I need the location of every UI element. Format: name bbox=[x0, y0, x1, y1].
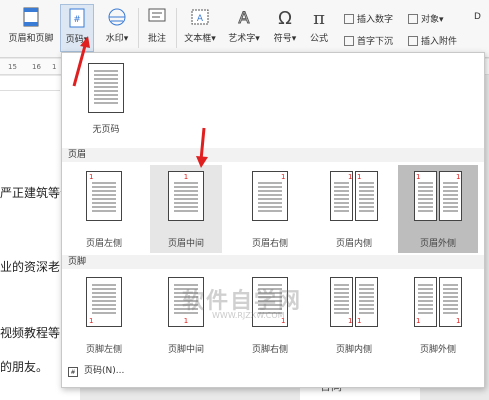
svg-text:1: 1 bbox=[357, 173, 361, 181]
svg-text:π: π bbox=[313, 8, 325, 28]
object-button[interactable]: 对象▾ bbox=[408, 12, 444, 25]
page-thumbnail-icon bbox=[88, 63, 124, 113]
footer-outside-option[interactable]: 1 1 页脚外侧 bbox=[402, 271, 474, 359]
page-thumbnail-icon: 1 bbox=[86, 277, 122, 327]
watermark-button[interactable]: 水印▾ bbox=[100, 6, 134, 44]
insert-number-button[interactable]: 插入数字 bbox=[344, 12, 393, 25]
svg-text:1: 1 bbox=[348, 173, 352, 181]
svg-text:1: 1 bbox=[357, 317, 361, 325]
svg-text:1: 1 bbox=[184, 317, 188, 325]
svg-text:1: 1 bbox=[456, 173, 460, 181]
page-number-small-icon: # bbox=[68, 367, 78, 377]
document-text-line: 视频教程等 bbox=[0, 326, 61, 340]
annotation-arrow-icon bbox=[72, 36, 90, 87]
formula-button[interactable]: π 公式 bbox=[304, 6, 334, 44]
insert-attachment-button[interactable]: 插入附件 bbox=[408, 34, 457, 47]
svg-text:A: A bbox=[239, 8, 250, 27]
header-inside-option[interactable]: 1 1 页眉内侧 bbox=[318, 165, 390, 253]
document-rule bbox=[0, 90, 60, 91]
svg-text:#: # bbox=[73, 15, 81, 25]
dropcap-icon bbox=[344, 36, 354, 46]
ribbon-overflow-button[interactable]: D bbox=[474, 12, 481, 22]
svg-text:1: 1 bbox=[348, 317, 352, 325]
attachment-icon bbox=[408, 36, 418, 46]
header-footer-icon bbox=[23, 7, 39, 27]
page-number-dialog-link[interactable]: # 页码(N)... bbox=[68, 363, 124, 377]
two-page-thumbnail-icon: 1 1 bbox=[414, 277, 462, 327]
textbox-icon: A bbox=[191, 9, 209, 25]
two-page-thumbnail-icon: 1 1 bbox=[330, 277, 378, 327]
wordart-icon: A bbox=[238, 8, 250, 28]
insert-number-icon bbox=[344, 14, 354, 24]
page-thumbnail-icon: 1 bbox=[252, 171, 288, 221]
page-number-dropdown: 无页码 页眉 1 页眉左侧 1 页眉中间 1 页眉右侧 1 1 页眉内侧 1 1… bbox=[61, 52, 485, 388]
ribbon-separator bbox=[138, 8, 139, 48]
comment-button[interactable]: 批注 bbox=[142, 6, 172, 44]
footer-section-title: 页脚 bbox=[62, 255, 484, 269]
ribbon-separator bbox=[176, 8, 177, 48]
page-thumbnail-icon: 1 bbox=[168, 171, 204, 221]
wordart-button[interactable]: A 艺术字▾ bbox=[224, 6, 264, 45]
comment-icon bbox=[148, 8, 166, 22]
svg-text:1: 1 bbox=[416, 317, 420, 325]
svg-text:1: 1 bbox=[89, 317, 93, 325]
object-icon bbox=[408, 14, 418, 24]
svg-text:1: 1 bbox=[456, 317, 460, 325]
symbol-button[interactable]: Ω 符号▾ bbox=[270, 6, 300, 44]
dropcap-button[interactable]: 首字下沉 bbox=[344, 34, 393, 47]
annotation-arrow-icon bbox=[196, 127, 208, 168]
ruler-tick: 16 bbox=[32, 63, 41, 71]
pi-icon: π bbox=[313, 8, 325, 28]
svg-text:1: 1 bbox=[281, 173, 285, 181]
footer-left-option[interactable]: 1 页脚左侧 bbox=[68, 271, 140, 359]
svg-text:Ω: Ω bbox=[278, 8, 292, 28]
document-text-line: 的朋友。 bbox=[0, 360, 49, 374]
header-outside-option[interactable]: 1 1 页眉外侧 bbox=[398, 165, 478, 253]
page-thumbnail-icon: 1 bbox=[86, 171, 122, 221]
textbox-button[interactable]: A 文本框▾ bbox=[180, 6, 220, 44]
page-number-icon: # bbox=[69, 8, 85, 28]
two-page-thumbnail-icon: 1 1 bbox=[414, 171, 462, 221]
omega-icon: Ω bbox=[278, 8, 292, 28]
svg-text:A: A bbox=[197, 14, 204, 24]
watermark-overlay-sub: WWW.RJZXW.COM bbox=[212, 311, 285, 320]
two-page-thumbnail-icon: 1 1 bbox=[330, 171, 378, 221]
svg-text:1: 1 bbox=[416, 173, 420, 181]
header-right-option[interactable]: 1 页眉右侧 bbox=[234, 165, 306, 253]
svg-text:1: 1 bbox=[89, 173, 93, 181]
footer-inside-option[interactable]: 1 1 页脚内侧 bbox=[318, 271, 390, 359]
ruler-tick: 15 bbox=[8, 63, 17, 71]
ruler-tick: 1 bbox=[52, 63, 57, 71]
header-left-option[interactable]: 1 页眉左侧 bbox=[68, 165, 140, 253]
svg-text:1: 1 bbox=[184, 173, 188, 181]
header-section-title: 页眉 bbox=[62, 148, 484, 162]
watermark-icon bbox=[108, 8, 126, 26]
header-footer-button[interactable]: 页眉和页脚 bbox=[6, 6, 56, 44]
header-center-option[interactable]: 1 页眉中间 bbox=[150, 165, 222, 253]
